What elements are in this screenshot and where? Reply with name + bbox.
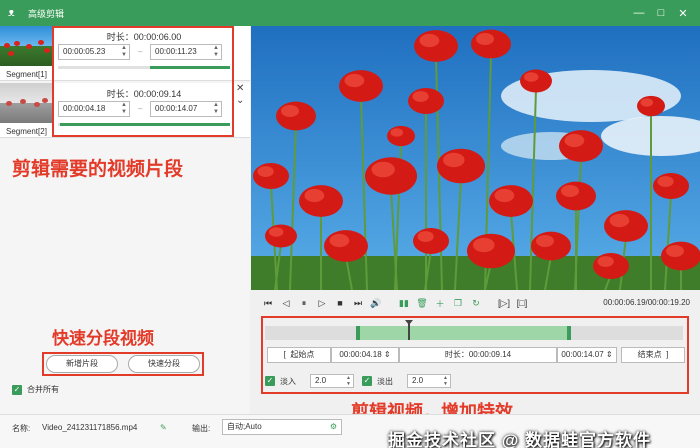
segment-panel: Segment[1] 时长：00:00:06.00 00:00:05.23 ▲ ▼ … (0, 26, 250, 414)
rabbit-logo-icon: ᴥ (8, 7, 15, 19)
reset-icon[interactable]: ↻ (469, 296, 483, 310)
poppy-flower (299, 185, 343, 217)
copy-icon[interactable]: ❐ (451, 296, 465, 310)
poppy-flower (408, 88, 444, 114)
output-label: 输出: (192, 424, 211, 433)
poppy-flower (387, 125, 415, 147)
annotation-box-segments (52, 26, 234, 137)
name-value: Video_241231171856.mp4 (42, 423, 138, 432)
mark-in-icon[interactable]: [▷] (497, 296, 511, 310)
poppy-flower (471, 29, 511, 59)
title-bar: ᴥ 高级剪辑 — □ ✕ (0, 0, 700, 26)
window-title: 高级剪辑 (28, 8, 65, 19)
poppy-flower (653, 173, 689, 199)
video-frame (251, 26, 700, 290)
output-select[interactable]: 自动;Auto ⚙ (222, 419, 342, 435)
poppy-flower (604, 210, 648, 242)
annotation-segments: 剪辑需要的视频片段 (12, 159, 184, 180)
split-icon[interactable]: ▮▮ (397, 296, 411, 310)
skip-end-icon[interactable]: ⏭ (351, 296, 365, 310)
edit-name-icon[interactable]: ✎ (160, 423, 167, 432)
segment-label: Segment[2] (6, 127, 47, 136)
poppy-flower (324, 230, 368, 262)
quick-split-button[interactable]: 快速分段 (128, 355, 200, 373)
annotation-quick-split: 快速分段视频 (52, 329, 154, 348)
poppy-flower (661, 241, 700, 271)
prev-frame-icon[interactable]: ◁ (279, 296, 293, 310)
annotation-box-effects (261, 316, 689, 394)
poppy-flower (365, 157, 417, 195)
bottom-bar: 名称: Video_241231171856.mp4 ✎ 输出: 自动;Auto… (0, 414, 700, 448)
poppy-flower (253, 163, 289, 189)
poppy-flower (339, 70, 383, 102)
maximize-icon[interactable]: □ (650, 4, 672, 22)
poppy-flower (559, 130, 603, 162)
edit-controls: ⏮ ◁ ⏸ ▷ ■ ⏭ 🔊 ▮▮ 🗑 ＋ ❐ ↻ [▷] [□] 00:00:0… (251, 290, 700, 422)
chevron-down-icon[interactable]: ⌄ (236, 96, 244, 106)
minimize-icon[interactable]: — (628, 4, 650, 22)
poppy-flower (413, 228, 449, 254)
segment-thumbnail (0, 26, 52, 66)
delete-segment-icon[interactable]: ✕ (236, 84, 244, 94)
playback-toolbar: ⏮ ◁ ⏸ ▷ ■ ⏭ 🔊 ▮▮ 🗑 ＋ ❐ ↻ [▷] [□] (261, 296, 533, 310)
poppy-flower (276, 101, 316, 131)
segment-thumbnail (0, 83, 52, 123)
poppy-flower (637, 95, 665, 117)
video-preview[interactable] (251, 26, 700, 290)
add-icon[interactable]: ＋ (433, 296, 447, 310)
poppy-flower (265, 224, 297, 248)
poppy-flower (437, 148, 485, 184)
poppy-flower (520, 69, 552, 93)
pause-icon[interactable]: ⏸ (297, 296, 311, 310)
next-frame-icon[interactable]: ▷ (315, 296, 329, 310)
add-segment-button[interactable]: 新增片段 (46, 355, 118, 373)
poppy-flower (556, 181, 596, 211)
poppy-flower (489, 185, 533, 217)
mark-out-icon[interactable]: [□] (515, 296, 529, 310)
checkbox-checked-icon: ✓ (12, 384, 22, 395)
delete-icon[interactable]: 🗑 (415, 296, 429, 310)
volume-icon[interactable]: 🔊 (369, 296, 383, 310)
skip-start-icon[interactable]: ⏮ (261, 296, 275, 310)
poppy-flower (467, 233, 515, 269)
close-icon[interactable]: ✕ (672, 4, 694, 22)
poppy-flower (593, 253, 629, 279)
timecode: 00:00:06.19/00:00:19.20 (603, 298, 690, 307)
merge-all-checkbox[interactable]: ✓ 合并所有 (12, 384, 59, 395)
name-label: 名称: (12, 424, 31, 433)
gear-icon[interactable]: ⚙ (330, 420, 337, 434)
stop-icon[interactable]: ■ (333, 296, 347, 310)
poppy-flower (414, 30, 458, 62)
watermark: 掘金技术社区 @ 数据蛙官方软件 (388, 431, 652, 448)
segment-label: Segment[1] (6, 70, 47, 79)
poppy-flower (531, 231, 571, 261)
